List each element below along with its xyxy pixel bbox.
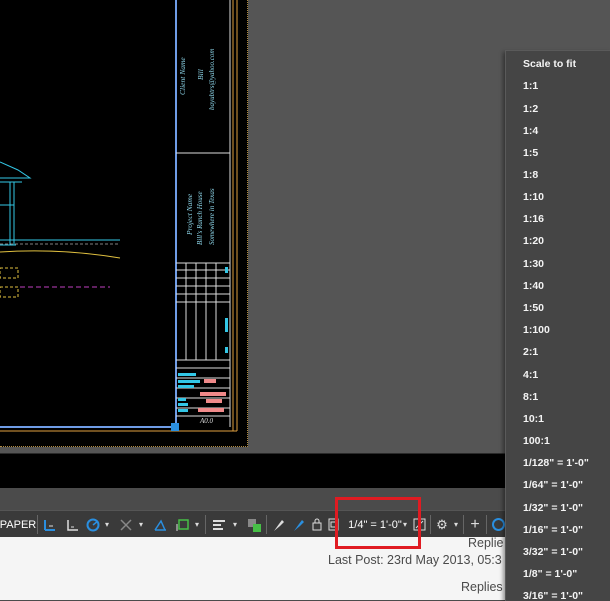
snap-icon[interactable]: [40, 511, 60, 538]
replies-label: Replies: [461, 580, 503, 594]
ortho-icon[interactable]: [62, 511, 82, 538]
paper-space-button[interactable]: PAPER: [0, 511, 36, 538]
osnap-icon[interactable]: [116, 511, 136, 538]
chevron-down-icon[interactable]: ▾: [451, 511, 461, 538]
menu-item-scale[interactable]: 1:100: [523, 324, 550, 336]
chevron-down-icon[interactable]: ▾: [102, 511, 112, 538]
plus-icon[interactable]: +: [466, 511, 484, 538]
lock-icon[interactable]: [310, 511, 324, 538]
highlight-box: [335, 497, 421, 549]
menu-item-scale[interactable]: 10:1: [523, 413, 544, 425]
menu-item-scale[interactable]: 1:20: [523, 235, 544, 247]
polar-tracking-icon[interactable]: [84, 511, 102, 538]
menu-item-scale[interactable]: 1/8" = 1'-0": [523, 568, 577, 580]
annotation-monitor-icon[interactable]: [490, 511, 506, 538]
menu-item-scale[interactable]: 1:40: [523, 280, 544, 292]
chevron-down-icon[interactable]: ▾: [192, 511, 202, 538]
menu-item-scale[interactable]: Scale to fit: [523, 58, 576, 70]
menu-item-scale[interactable]: 3/32" = 1'-0": [523, 546, 583, 558]
project-name: Bill's Ranch House: [196, 191, 204, 245]
client-name: Bill: [196, 69, 205, 80]
menu-item-scale[interactable]: 1:8: [523, 169, 538, 181]
chevron-down-icon[interactable]: ▾: [136, 511, 146, 538]
dynamic-ucs-icon[interactable]: [150, 511, 170, 538]
selection-cycling-icon[interactable]: [244, 511, 264, 538]
scale-dropdown-menu[interactable]: Scale to fit 1:1 1:2 1:4 1:5 1:8 1:10 1:…: [505, 50, 610, 601]
annotation-visibility-icon[interactable]: [270, 511, 288, 538]
sheet-number: A0.0: [200, 417, 214, 425]
menu-item-scale[interactable]: 1:1: [523, 80, 538, 92]
menu-item-scale[interactable]: 2:1: [523, 346, 538, 358]
menu-item-scale[interactable]: 1:30: [523, 258, 544, 270]
project-location: Somewhere in Texas: [208, 188, 216, 245]
client-email: bayubtrs@yahoo.com: [208, 48, 216, 110]
lineweight-icon[interactable]: [208, 511, 230, 538]
menu-item-scale[interactable]: 1:50: [523, 302, 544, 314]
menu-item-scale[interactable]: 100:1: [523, 435, 550, 447]
replies-label: Replie: [468, 536, 504, 550]
auto-scale-icon[interactable]: [290, 511, 308, 538]
menu-item-scale[interactable]: 1:5: [523, 147, 538, 159]
menu-item-scale[interactable]: 3/16" = 1'-0": [523, 590, 583, 601]
menu-item-scale[interactable]: 1/16" = 1'-0": [523, 524, 583, 536]
menu-item-scale[interactable]: 4:1: [523, 369, 538, 381]
client-label: Client Name: [178, 57, 187, 95]
paper-layout[interactable]: Client Name Bill bayubtrs@yahoo.com Proj…: [0, 0, 248, 447]
menu-item-scale[interactable]: 1/32" = 1'-0": [523, 502, 583, 514]
menu-item-scale[interactable]: 1:10: [523, 191, 544, 203]
last-post-label: Last Post: 23rd May 2013, 05:3: [328, 553, 502, 567]
menu-item-scale[interactable]: 8:1: [523, 391, 538, 403]
menu-item-scale[interactable]: 1:4: [523, 125, 538, 137]
menu-item-scale[interactable]: 1/128" = 1'-0": [523, 457, 589, 469]
project-label: Project Name: [185, 193, 194, 235]
menu-item-scale[interactable]: 1:2: [523, 103, 538, 115]
dynamic-input-icon[interactable]: [172, 511, 192, 538]
gear-icon[interactable]: ⚙: [433, 511, 451, 538]
menu-item-scale[interactable]: 1/64" = 1'-0": [523, 479, 583, 491]
menu-item-scale[interactable]: 1:16: [523, 213, 544, 225]
chevron-down-icon[interactable]: ▾: [230, 511, 240, 538]
